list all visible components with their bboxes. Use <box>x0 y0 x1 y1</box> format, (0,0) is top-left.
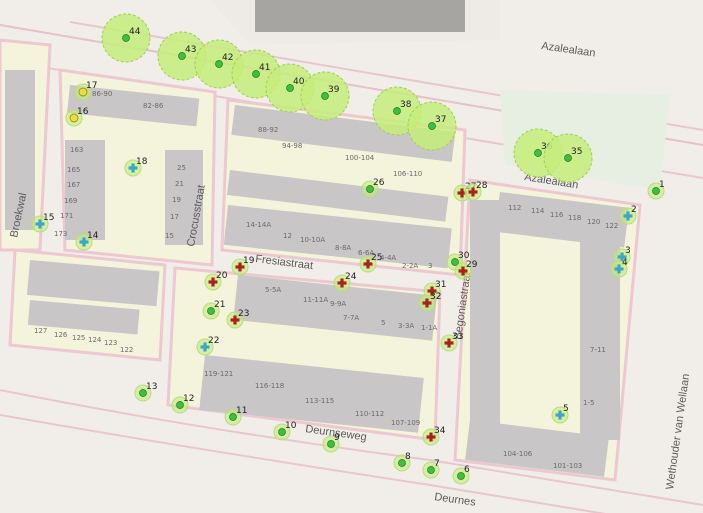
svg-text:125: 125 <box>72 334 85 342</box>
marker-label: 42 <box>222 53 233 63</box>
svg-text:123: 123 <box>104 339 117 347</box>
svg-text:100-104: 100-104 <box>345 154 375 162</box>
svg-text:15: 15 <box>165 232 174 240</box>
svg-text:82-86: 82-86 <box>143 102 164 110</box>
svg-text:169: 169 <box>64 197 77 205</box>
svg-text:122: 122 <box>120 346 133 354</box>
svg-text:122: 122 <box>605 222 618 230</box>
marker-label: 44 <box>129 27 141 37</box>
svg-text:1-1A: 1-1A <box>421 324 437 332</box>
marker-label: 5 <box>563 404 569 414</box>
marker-label: 38 <box>400 100 412 110</box>
svg-text:163: 163 <box>70 146 83 154</box>
svg-text:12: 12 <box>283 232 292 240</box>
svg-text:4-4A: 4-4A <box>380 254 396 262</box>
marker-label: 10 <box>285 421 297 431</box>
marker-label: 15 <box>43 213 54 223</box>
marker-label: 34 <box>434 426 446 436</box>
svg-text:116: 116 <box>550 211 564 219</box>
top-area <box>210 0 500 45</box>
marker-label: 31 <box>435 280 446 290</box>
marker-label: 13 <box>146 382 157 392</box>
marker-label: 41 <box>259 63 270 73</box>
marker-label: 1 <box>659 180 665 190</box>
marker-label: 7 <box>434 459 440 469</box>
svg-text:1-5: 1-5 <box>583 399 594 407</box>
marker-label: 24 <box>345 272 357 282</box>
svg-text:10-10A: 10-10A <box>300 236 325 244</box>
marker-label: 26 <box>373 178 385 188</box>
map-marker-44[interactable]: 44 <box>101 13 151 63</box>
marker-label: 39 <box>328 85 340 95</box>
svg-text:126: 126 <box>54 331 68 339</box>
marker-label: 35 <box>571 147 582 157</box>
marker-label: 22 <box>208 336 219 346</box>
marker-label: 8 <box>405 452 411 462</box>
svg-text:9-9A: 9-9A <box>330 300 346 308</box>
marker-label: 18 <box>136 157 148 167</box>
svg-text:107-109: 107-109 <box>391 419 420 427</box>
marker-label: 6 <box>464 465 470 475</box>
svg-text:116-118: 116-118 <box>255 382 284 390</box>
marker-label: 43 <box>185 45 196 55</box>
svg-text:19: 19 <box>172 196 181 204</box>
svg-text:118: 118 <box>568 214 581 222</box>
svg-text:113-115: 113-115 <box>305 397 334 405</box>
marker-label: 12 <box>183 394 194 404</box>
svg-text:119-121: 119-121 <box>204 370 233 378</box>
marker-label: 3 <box>625 246 631 256</box>
marker-label: 19 <box>243 256 255 266</box>
svg-text:21: 21 <box>175 180 184 188</box>
svg-text:120: 120 <box>587 218 600 226</box>
svg-text:101-103: 101-103 <box>553 462 582 470</box>
svg-text:110-112: 110-112 <box>355 410 384 418</box>
svg-text:17: 17 <box>170 213 179 221</box>
svg-text:14-14A: 14-14A <box>246 221 271 229</box>
marker-label: 33 <box>452 332 463 342</box>
svg-text:5-5A: 5-5A <box>265 286 281 294</box>
map-canvas[interactable]: Azalealaan Azalealaan Broekwal Crocusstr… <box>0 0 703 513</box>
svg-text:5: 5 <box>381 319 385 327</box>
svg-text:86-90: 86-90 <box>92 90 112 98</box>
svg-text:106-110: 106-110 <box>393 170 422 178</box>
marker-label: 2 <box>631 205 637 215</box>
map-marker-39[interactable]: 39 <box>300 71 350 121</box>
svg-text:104-106: 104-106 <box>503 450 533 458</box>
map-marker-37[interactable]: 37 <box>407 101 457 151</box>
svg-text:171: 171 <box>60 212 73 220</box>
marker-label: 17 <box>86 81 97 91</box>
svg-text:11-11A: 11-11A <box>303 296 328 304</box>
svg-text:2-2A: 2-2A <box>402 262 418 270</box>
marker-label: 29 <box>466 260 478 270</box>
marker-label: 28 <box>476 181 488 191</box>
svg-text:165: 165 <box>67 166 80 174</box>
marker-label: 16 <box>77 107 89 117</box>
marker-label: 9 <box>334 433 340 443</box>
svg-text:112: 112 <box>508 204 521 212</box>
svg-text:3: 3 <box>428 262 432 270</box>
svg-text:167: 167 <box>67 181 80 189</box>
svg-text:25: 25 <box>177 164 186 172</box>
svg-text:127: 127 <box>34 327 47 335</box>
svg-text:173: 173 <box>54 230 67 238</box>
marker-label: 37 <box>435 115 446 125</box>
marker-label: 20 <box>216 271 228 281</box>
marker-label: 25 <box>371 253 382 263</box>
marker-label: 32 <box>430 292 441 302</box>
svg-text:7-7A: 7-7A <box>343 314 359 322</box>
svg-text:124: 124 <box>88 336 102 344</box>
svg-text:3-3A: 3-3A <box>398 322 414 330</box>
marker-label: 14 <box>87 231 99 241</box>
map-marker-35[interactable]: 35 <box>543 133 593 183</box>
svg-text:94-98: 94-98 <box>282 142 302 150</box>
marker-label: 11 <box>236 406 247 416</box>
svg-text:114: 114 <box>531 207 545 215</box>
marker-label: 4 <box>622 258 628 268</box>
svg-text:7-11: 7-11 <box>590 346 606 354</box>
map-view[interactable]: Azalealaan Azalealaan Broekwal Crocusstr… <box>0 0 703 513</box>
svg-text:8-8A: 8-8A <box>335 244 351 252</box>
svg-text:88-92: 88-92 <box>258 126 278 134</box>
marker-label: 23 <box>238 309 249 319</box>
marker-label: 21 <box>214 300 225 310</box>
